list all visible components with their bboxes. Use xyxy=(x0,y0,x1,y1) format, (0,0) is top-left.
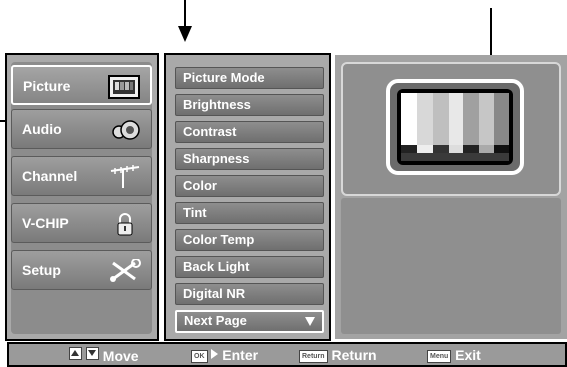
next-page-button[interactable]: Next Page xyxy=(175,310,324,333)
hint-return: Return Return xyxy=(299,347,377,363)
menu-back-light[interactable]: Back Light xyxy=(175,256,324,278)
menu-key-icon: Menu xyxy=(427,350,452,363)
tv-test-pattern-icon xyxy=(385,78,525,176)
category-audio[interactable]: Audio xyxy=(11,109,152,149)
return-key-icon: Return xyxy=(299,350,328,363)
next-page-label: Next Page xyxy=(184,313,247,328)
preview-info-area xyxy=(341,198,561,334)
menu-brightness[interactable]: Brightness xyxy=(175,94,324,116)
hint-move-label: Move xyxy=(102,348,139,364)
antenna-icon xyxy=(109,165,141,189)
category-label: V-CHIP xyxy=(22,215,69,231)
category-vchip[interactable]: V-CHIP xyxy=(11,203,152,243)
hint-exit: Menu Exit xyxy=(427,347,481,363)
ok-key-icon: OK xyxy=(191,350,208,363)
menu-picture-mode[interactable]: Picture Mode xyxy=(175,67,324,89)
category-label: Picture xyxy=(23,78,71,94)
down-arrow-key-icon xyxy=(85,347,99,360)
speaker-icon xyxy=(109,118,141,142)
play-arrow-icon xyxy=(211,349,219,359)
hint-enter: OK Enter xyxy=(191,347,258,363)
up-arrow-key-icon xyxy=(69,347,82,360)
menu-sharpness[interactable]: Sharpness xyxy=(175,148,324,170)
category-picture[interactable]: Picture xyxy=(11,65,152,105)
menu-digital-nr[interactable]: Digital NR xyxy=(175,283,324,305)
category-channel[interactable]: Channel xyxy=(11,156,152,196)
chevron-down-icon xyxy=(305,317,315,326)
hint-exit-label: Exit xyxy=(455,347,481,363)
hint-return-label: Return xyxy=(331,347,377,363)
menu-color-temp[interactable]: Color Temp xyxy=(175,229,324,251)
category-label: Setup xyxy=(22,262,61,278)
menu-color[interactable]: Color xyxy=(175,175,324,197)
lock-icon xyxy=(109,212,141,236)
menu-contrast[interactable]: Contrast xyxy=(175,121,324,143)
menu-tint[interactable]: Tint xyxy=(175,202,324,224)
category-setup[interactable]: Setup xyxy=(11,250,152,290)
category-label: Audio xyxy=(22,121,62,137)
tools-icon xyxy=(109,258,141,283)
footer-hint-bar: Move OK Enter Return Return Menu Exit xyxy=(7,342,567,367)
category-label: Channel xyxy=(22,168,78,184)
hint-enter-label: Enter xyxy=(222,347,259,363)
hint-move: Move xyxy=(69,347,139,364)
tv-icon xyxy=(108,75,140,99)
